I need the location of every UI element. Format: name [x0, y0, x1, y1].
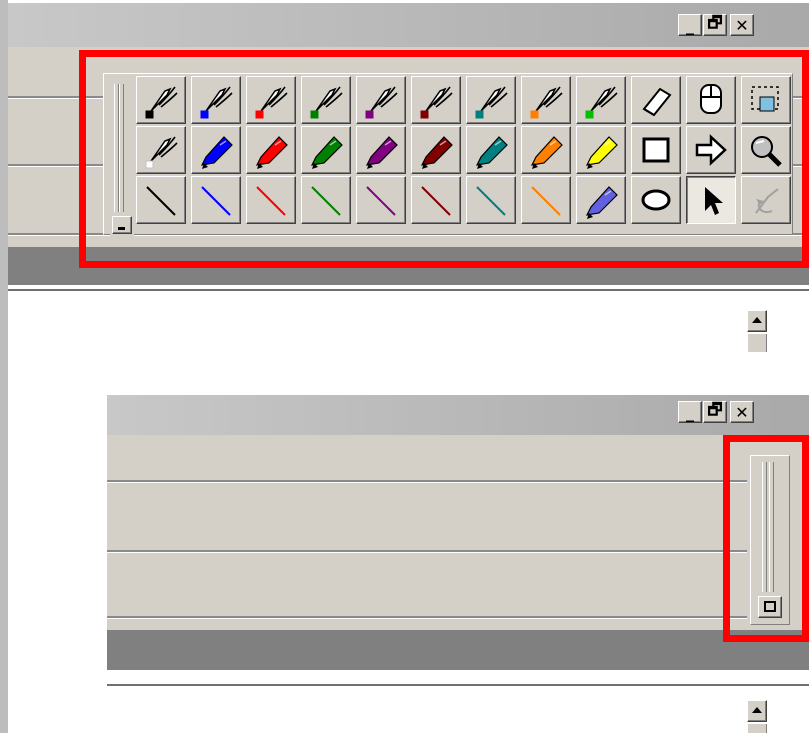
- status-bar-bottom: [107, 630, 809, 670]
- highlight-collapsed-frame: [723, 435, 809, 642]
- divider: [107, 616, 747, 619]
- minimize-button[interactable]: _: [678, 14, 702, 36]
- restore-button[interactable]: 🗗: [703, 400, 727, 423]
- divider: [107, 480, 747, 483]
- scrollbar-track[interactable]: [747, 724, 767, 733]
- content-band-bottom: [107, 435, 809, 630]
- divider: [8, 289, 809, 291]
- close-button[interactable]: ✕: [730, 14, 754, 36]
- restore-button[interactable]: 🗗: [703, 13, 727, 36]
- divider: [107, 550, 747, 553]
- scroll-up-button[interactable]: [747, 700, 767, 722]
- scroll-up-button[interactable]: [747, 310, 767, 332]
- screen-edge: [0, 0, 8, 733]
- highlight-toolbar-frame: [79, 50, 809, 268]
- scrollbar-track[interactable]: [747, 334, 767, 352]
- minimize-button[interactable]: _: [678, 401, 702, 423]
- divider: [107, 684, 809, 686]
- close-button[interactable]: ✕: [730, 401, 754, 423]
